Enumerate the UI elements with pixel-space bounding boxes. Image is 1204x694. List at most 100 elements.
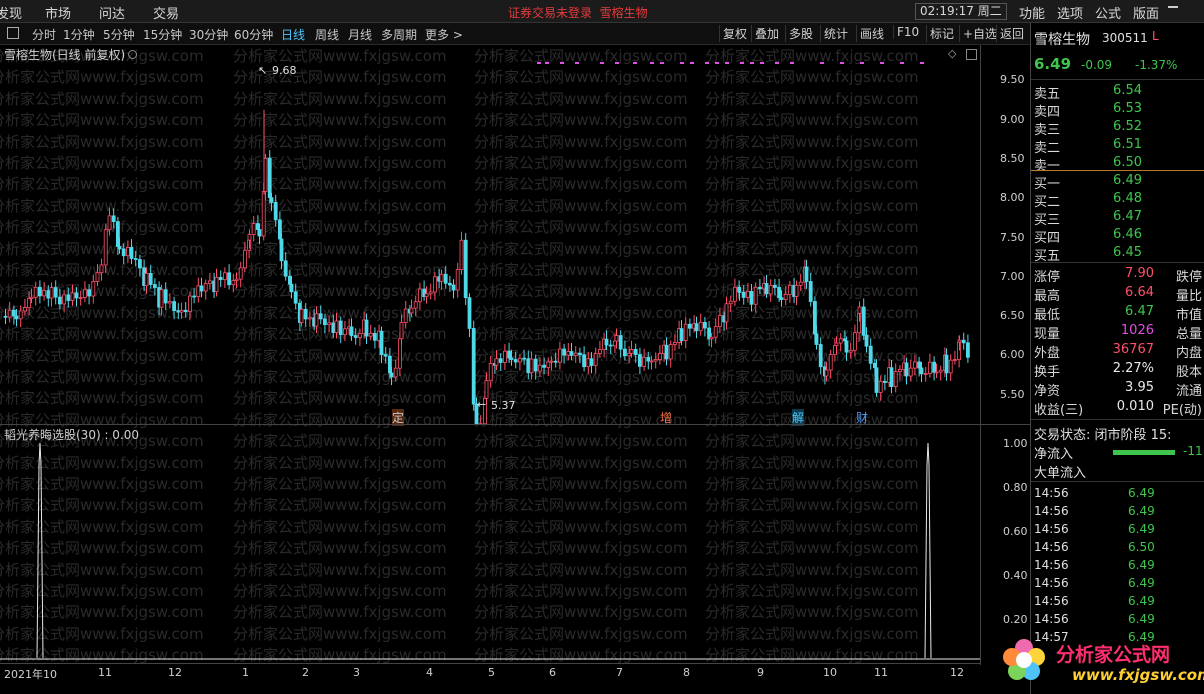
candlestick [498, 353, 503, 371]
candlestick [848, 342, 853, 359]
panel-toggle-icon[interactable] [7, 27, 19, 39]
minimize-icon[interactable] [1168, 6, 1178, 8]
stat-row: 换手 2.27% 股本 [1031, 361, 1204, 380]
tool-mark[interactable]: 标记 [926, 25, 957, 42]
ask-row[interactable]: 卖三 6.52 [1031, 119, 1204, 138]
signal-dot [575, 62, 579, 64]
bid-row[interactable]: 买三 6.47 [1031, 209, 1204, 228]
indicator-chart [0, 442, 980, 660]
period-more[interactable]: 更多 > [425, 26, 463, 43]
tick-time: 14:56 [1034, 576, 1069, 590]
stat-value: 1026 [1120, 323, 1154, 338]
tool-draw[interactable]: 画线 [856, 25, 887, 42]
tick-time: 14:56 [1034, 540, 1069, 554]
candlestick [741, 285, 746, 305]
candlestick [768, 279, 773, 302]
candlestick [518, 354, 522, 371]
menu-discover[interactable]: 发现 [0, 3, 22, 22]
tool-fuquan[interactable]: 复权 [719, 25, 750, 42]
tick-row: 14:56 6.49 [1031, 558, 1204, 576]
ask-row[interactable]: 卖四 6.53 [1031, 101, 1204, 120]
signal-dot [633, 62, 637, 64]
bid-row[interactable]: 买二 6.48 [1031, 191, 1204, 210]
candlestick [868, 338, 873, 370]
menu-trade[interactable]: 交易 [153, 3, 179, 22]
period-30min[interactable]: 30分钟 [189, 26, 228, 43]
tool-add-watch[interactable]: +自选 [959, 25, 1000, 42]
candlestick [183, 302, 188, 318]
period-weekly[interactable]: 周线 [315, 26, 339, 43]
candlestick [889, 359, 894, 394]
period-1min[interactable]: 1分钟 [63, 26, 95, 43]
menu-formula[interactable]: 公式 [1095, 3, 1121, 22]
candlestick [422, 280, 427, 301]
candlestick [11, 305, 16, 325]
candlestick [18, 305, 23, 328]
candlestick [753, 282, 758, 313]
candlestick [116, 216, 120, 256]
candlestick [62, 289, 66, 313]
menu-options[interactable]: 选项 [1057, 3, 1083, 22]
period-fenshi[interactable]: 分时 [32, 26, 56, 43]
candlestick [227, 264, 232, 290]
candlestick [238, 261, 243, 288]
candlestick [694, 316, 699, 339]
stat-row: 最高 6.64 量比 [1031, 285, 1204, 304]
candlestick [707, 320, 711, 347]
ask-row[interactable]: 卖二 6.51 [1031, 137, 1204, 156]
period-5min[interactable]: 5分钟 [103, 26, 135, 43]
stat-label-right: 内盘 [1175, 346, 1202, 361]
candlestick [3, 308, 8, 325]
candlestick [53, 280, 58, 305]
top-menu-bar: 发现 市场 问达 交易 证券交易未登录 雪榕生物 02:19:17 周二 功能 … [0, 0, 1204, 23]
menu-wenda[interactable]: 问达 [99, 3, 125, 22]
candlestick [152, 278, 157, 296]
tool-back[interactable]: 返回 [996, 25, 1027, 42]
signal-dot [760, 62, 764, 64]
candlestick [533, 354, 538, 380]
period-multi[interactable]: 多周期 [381, 26, 417, 43]
tool-f10[interactable]: F10 [893, 25, 922, 39]
period-daily[interactable]: 日线 [281, 26, 305, 43]
ask-price: 6.52 [1113, 119, 1142, 134]
divider [1031, 481, 1204, 482]
tool-overlay[interactable]: 叠加 [751, 25, 782, 42]
bid-row[interactable]: 买一 6.49 [1031, 173, 1204, 192]
ask-row[interactable]: 卖五 6.54 [1031, 83, 1204, 102]
logo-flower-icon [1003, 639, 1045, 680]
stat-label-right: 市值 [1175, 308, 1202, 323]
period-toolbar: 分时 1分钟 5分钟 15分钟 30分钟 60分钟 日线 周线 月线 多周期 更… [0, 23, 1030, 45]
tool-stats[interactable]: 统计 [820, 25, 851, 42]
candlestick [428, 283, 433, 300]
bid-row[interactable]: 买五 6.45 [1031, 245, 1204, 264]
candlestick [455, 262, 460, 298]
tick-price: 6.49 [1128, 558, 1155, 572]
tick-time: 14:56 [1034, 558, 1069, 572]
period-60min[interactable]: 60分钟 [234, 26, 273, 43]
signal-dot [650, 62, 654, 64]
candlestick [783, 286, 788, 306]
menu-layout[interactable]: 版面 [1133, 3, 1159, 22]
signal-dot [750, 62, 754, 64]
candlestick [664, 337, 669, 366]
period-15min[interactable]: 15分钟 [143, 26, 182, 43]
tool-multistock[interactable]: 多股 [785, 25, 816, 42]
candlestick [242, 241, 247, 273]
period-monthly[interactable]: 月线 [348, 26, 372, 43]
candlestick [176, 303, 181, 320]
x-label: 2 [302, 666, 309, 679]
candlestick [688, 318, 692, 337]
menu-function[interactable]: 功能 [1019, 3, 1045, 22]
y-label: 8.50 [1000, 152, 1025, 165]
candlestick [673, 334, 677, 351]
candlestick [187, 291, 192, 321]
candlestick [923, 366, 928, 382]
candlestick [522, 350, 526, 365]
signal-dot [545, 62, 549, 64]
bid-row[interactable]: 买四 6.46 [1031, 227, 1204, 246]
tick-time: 14:56 [1034, 486, 1069, 500]
menu-market[interactable]: 市场 [45, 3, 71, 22]
x-label: 11 [98, 666, 112, 679]
candlestick [773, 278, 777, 296]
login-notice[interactable]: 证券交易未登录 雪榕生物 [508, 4, 648, 21]
